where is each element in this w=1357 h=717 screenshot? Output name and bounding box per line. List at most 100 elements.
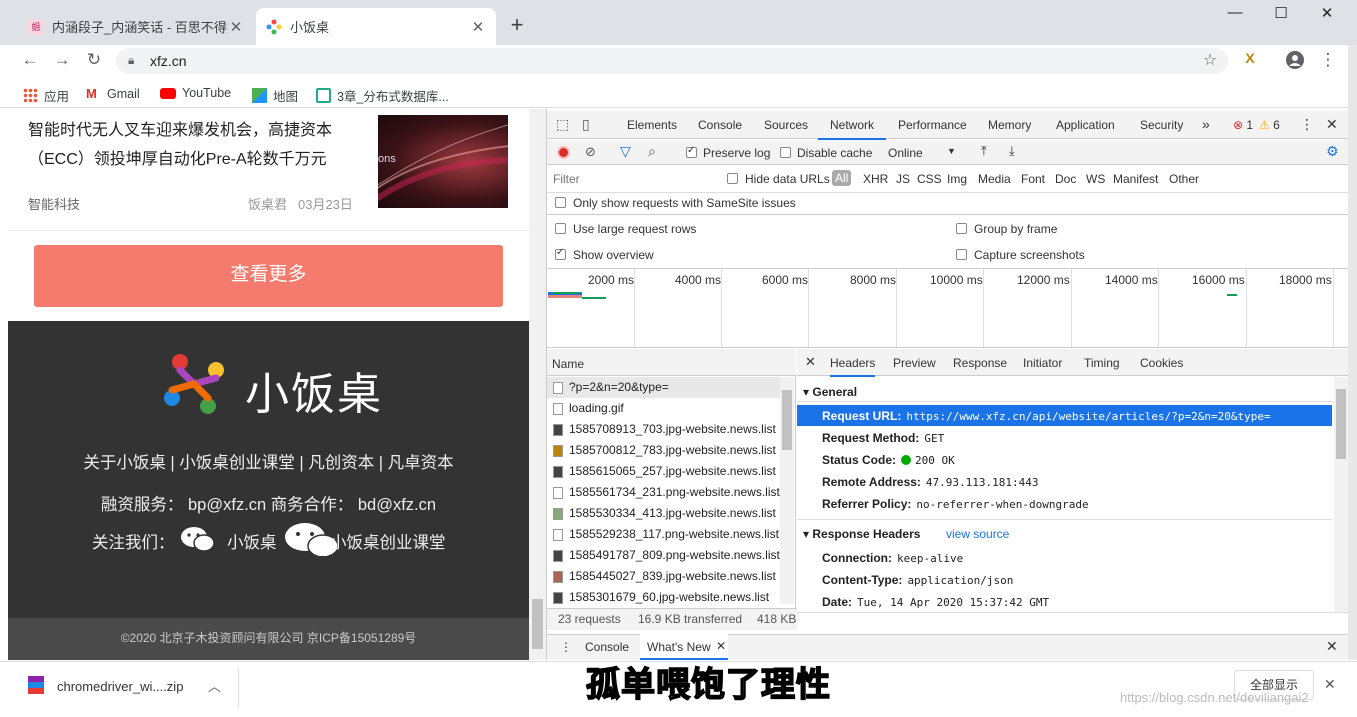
- close-download-bar-icon[interactable]: ✕: [1324, 676, 1336, 693]
- response-headers-toggle[interactable]: ▾ Response Headers: [803, 527, 920, 541]
- filter-type-img[interactable]: Img: [947, 172, 967, 186]
- detail-hscrollbar[interactable]: [797, 612, 1348, 630]
- reload-button[interactable]: ↻: [83, 50, 105, 72]
- devtools-close-icon[interactable]: ✕: [1326, 116, 1338, 133]
- back-button[interactable]: ←: [19, 50, 41, 72]
- request-row[interactable]: 1585529238_117.png-website.news.list: [553, 527, 779, 541]
- show-overview-checkbox[interactable]: [555, 247, 566, 260]
- throttle-select[interactable]: Online: [888, 146, 923, 160]
- article-title[interactable]: 智能时代无人叉车迎来爆发机会，高捷资本（ECC）领投坤厚自动化Pre-A轮数千万…: [28, 116, 368, 174]
- close-drawer-icon[interactable]: ✕: [1326, 638, 1338, 655]
- tab-initiator[interactable]: Initiator: [1023, 356, 1062, 370]
- request-row[interactable]: ?p=2&n=20&type=: [553, 380, 669, 394]
- tab-memory[interactable]: Memory: [988, 118, 1031, 132]
- filter-icon[interactable]: ▽: [620, 143, 631, 160]
- request-row[interactable]: 1585615065_257.jpg-website.news.list: [553, 464, 776, 478]
- footer-links[interactable]: 关于小饭桌 | 小饭桌创业课堂 | 凡创资本 | 凡卓资本: [8, 449, 529, 473]
- tab-application[interactable]: Application: [1056, 118, 1115, 132]
- filter-type-font[interactable]: Font: [1021, 172, 1045, 186]
- request-row[interactable]: 1585561734_231.png-website.news.list: [553, 485, 780, 499]
- tab-inactive[interactable]: 姐 内涵段子_内涵笑话 - 百思不得姐 ✕: [18, 8, 254, 45]
- chevron-up-icon[interactable]: ︿: [208, 676, 221, 695]
- general-section-toggle[interactable]: ▾ General: [803, 385, 857, 399]
- profile-icon[interactable]: [1284, 50, 1306, 72]
- disable-cache-checkbox[interactable]: [780, 147, 791, 158]
- tab-close-icon[interactable]: ✕: [228, 18, 244, 36]
- wechat-icon[interactable]: [180, 525, 216, 553]
- error-count[interactable]: ⊗ 1: [1233, 118, 1253, 132]
- bookmark-youtube[interactable]: YouTube: [160, 86, 231, 100]
- tab-cookies[interactable]: Cookies: [1140, 356, 1183, 370]
- follow-link-1[interactable]: 小饭桌: [227, 529, 277, 553]
- extension-icon[interactable]: X: [1239, 50, 1261, 72]
- large-rows-checkbox[interactable]: [555, 223, 566, 234]
- detail-scrollbar-thumb[interactable]: [1336, 389, 1346, 459]
- request-list-scrollbar-thumb[interactable]: [782, 390, 792, 450]
- export-har-icon[interactable]: ⤓: [1009, 143, 1015, 159]
- view-more-button[interactable]: 查看更多: [34, 245, 503, 307]
- close-window-button[interactable]: ✕: [1304, 4, 1350, 30]
- tab-console[interactable]: Console: [698, 118, 742, 132]
- article-category[interactable]: 智能科技: [28, 194, 80, 213]
- page-scrollbar[interactable]: [529, 109, 546, 660]
- devtools-menu-icon[interactable]: ⋮: [1300, 116, 1314, 133]
- name-column-header[interactable]: Name: [552, 357, 584, 371]
- article-thumbnail[interactable]: ons: [378, 115, 508, 208]
- minimize-button[interactable]: —: [1212, 4, 1258, 30]
- tab-preview[interactable]: Preview: [893, 356, 936, 370]
- filter-type-css[interactable]: CSS: [917, 172, 942, 186]
- clear-icon[interactable]: ⊘: [585, 144, 596, 160]
- bookmark-maps[interactable]: 地图: [252, 86, 298, 105]
- capture-screenshots-checkbox[interactable]: [956, 249, 967, 260]
- menu-icon[interactable]: ⋮: [1317, 50, 1339, 72]
- filter-type-media[interactable]: Media: [978, 172, 1011, 186]
- search-icon[interactable]: ⌕: [648, 143, 656, 160]
- import-har-icon[interactable]: ⤒: [981, 143, 987, 159]
- tab-headers[interactable]: Headers: [830, 356, 876, 377]
- request-row[interactable]: 1585700812_783.jpg-website.news.list: [553, 443, 776, 457]
- hide-data-urls-checkbox[interactable]: [727, 173, 738, 184]
- drawer-tab-whats-new[interactable]: What's New: [647, 640, 711, 654]
- forward-button[interactable]: →: [51, 50, 73, 72]
- detail-scrollbar[interactable]: [1334, 377, 1348, 612]
- warning-count[interactable]: ⚠ 6: [1259, 118, 1280, 132]
- filter-type-other[interactable]: Other: [1169, 172, 1199, 186]
- tab-network[interactable]: Network: [818, 118, 887, 140]
- new-tab-button[interactable]: +: [506, 12, 528, 38]
- samesite-checkbox[interactable]: [555, 197, 566, 208]
- gear-icon[interactable]: ⚙: [1326, 143, 1339, 160]
- filter-type-ws[interactable]: WS: [1086, 172, 1105, 186]
- follow-link-2[interactable]: 小饭桌创业课堂: [330, 529, 446, 553]
- tab-response[interactable]: Response: [953, 356, 1007, 370]
- request-row[interactable]: loading.gif: [553, 401, 624, 415]
- filter-type-all[interactable]: All: [832, 170, 852, 186]
- group-by-frame-checkbox[interactable]: [956, 223, 967, 234]
- lock-icon[interactable]: 🔒︎: [128, 53, 134, 68]
- star-icon[interactable]: ☆: [1199, 50, 1221, 72]
- request-url-value[interactable]: https://www.xfz.cn/api/website/articles/…: [906, 410, 1270, 423]
- filter-input[interactable]: [550, 170, 714, 188]
- bookmark-page[interactable]: 3章_分布式数据库...: [316, 86, 449, 105]
- request-row[interactable]: 1585301679_60.jpg-website.news.list: [553, 590, 769, 604]
- page-scrollbar-thumb[interactable]: [532, 599, 543, 649]
- tab-performance[interactable]: Performance: [898, 118, 967, 132]
- more-tabs-icon[interactable]: »: [1202, 116, 1210, 132]
- view-source-link[interactable]: view source: [946, 527, 1009, 541]
- request-row[interactable]: 1585491787_809.png-website.news.list: [553, 548, 780, 562]
- device-toolbar-icon[interactable]: ▯: [582, 116, 590, 133]
- close-drawer-tab-icon[interactable]: ✕: [716, 639, 726, 653]
- drawer-tab-console[interactable]: Console: [585, 640, 629, 654]
- xfz-logo-icon[interactable]: [158, 348, 230, 420]
- bookmark-apps[interactable]: 应用: [23, 86, 69, 105]
- filter-type-xhr[interactable]: XHR: [863, 172, 888, 186]
- record-icon[interactable]: [557, 146, 570, 159]
- tab-timing[interactable]: Timing: [1084, 356, 1120, 370]
- maximize-button[interactable]: ☐: [1258, 4, 1304, 30]
- address-bar[interactable]: [116, 48, 1228, 74]
- tab-active[interactable]: 小饭桌 ✕: [256, 8, 496, 45]
- tab-security[interactable]: Security: [1140, 118, 1183, 132]
- tab-sources[interactable]: Sources: [764, 118, 808, 132]
- close-detail-icon[interactable]: ✕: [805, 354, 816, 370]
- preserve-log-checkbox[interactable]: [686, 145, 697, 158]
- tab-elements[interactable]: Elements: [627, 118, 677, 132]
